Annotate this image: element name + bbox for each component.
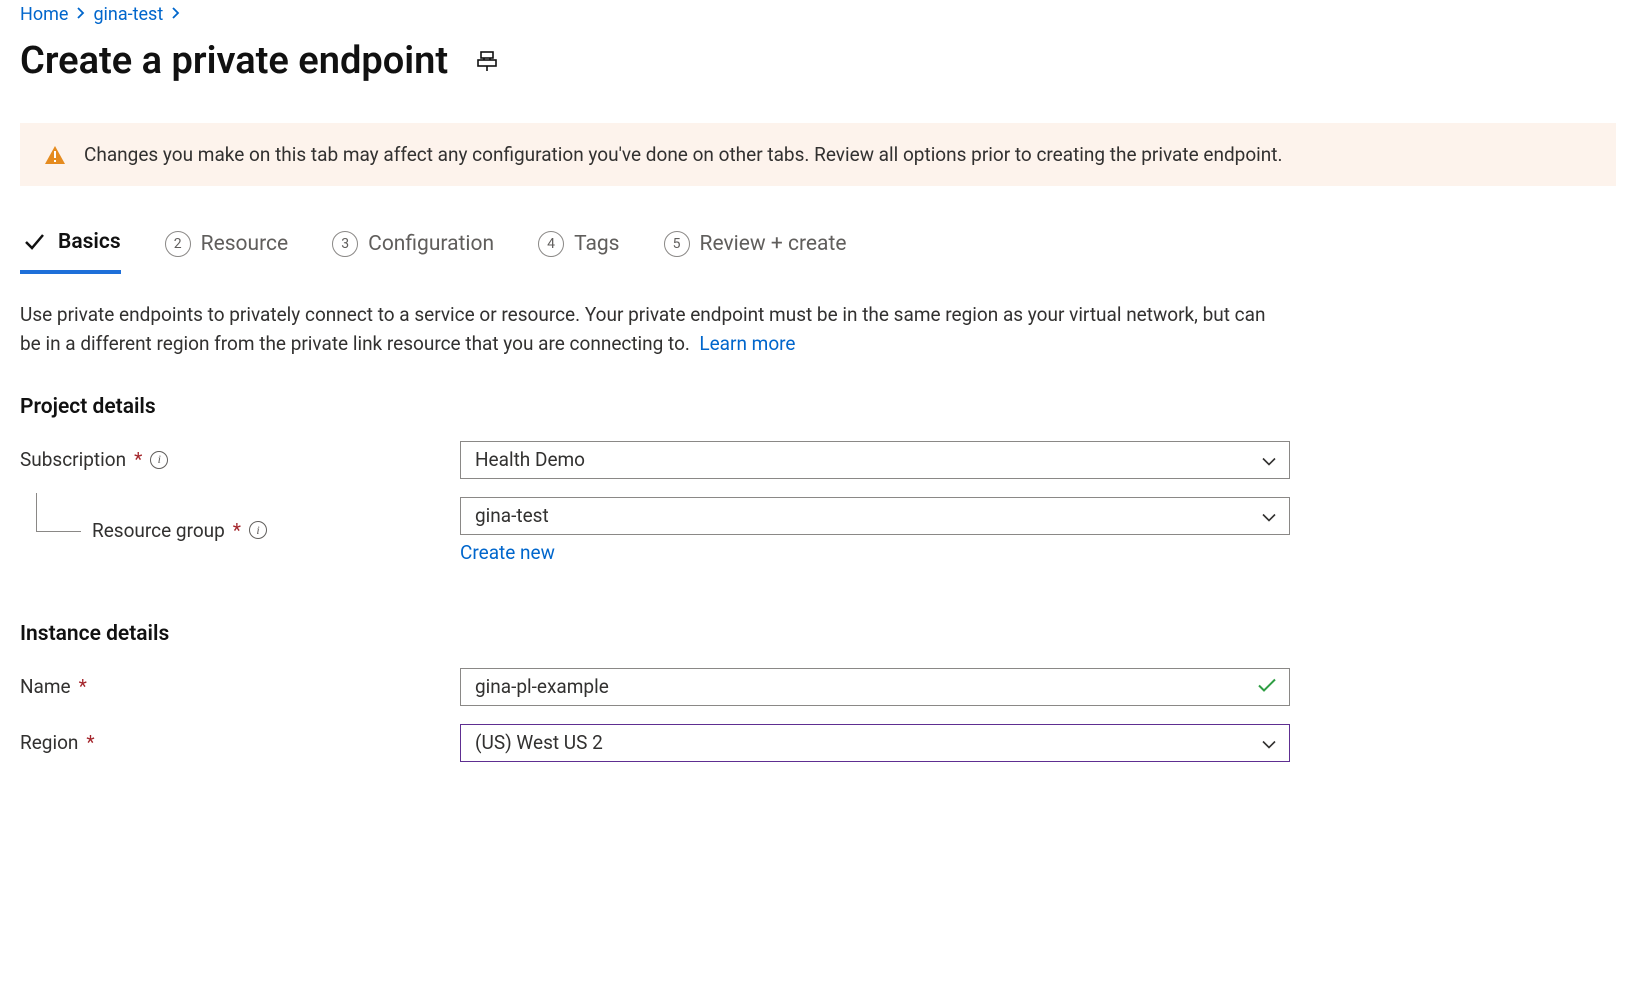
- tab-label: Configuration: [368, 232, 494, 256]
- chevron-down-icon: [1261, 731, 1277, 754]
- tab-tags[interactable]: 4 Tags: [538, 231, 619, 271]
- name-value: gina-pl-example: [475, 675, 609, 698]
- section-project-details: Project details: [20, 395, 1616, 419]
- subscription-label: Subscription: [20, 448, 126, 471]
- name-input[interactable]: gina-pl-example: [460, 668, 1290, 706]
- step-number-icon: 2: [165, 231, 191, 257]
- tab-resource[interactable]: 2 Resource: [165, 231, 289, 271]
- tab-label: Tags: [574, 232, 619, 256]
- step-number-icon: 5: [664, 231, 690, 257]
- chevron-right-icon: [76, 7, 85, 23]
- learn-more-link[interactable]: Learn more: [699, 332, 795, 355]
- region-label: Region: [20, 731, 78, 754]
- pin-icon[interactable]: [476, 50, 498, 72]
- warning-icon: [44, 144, 66, 166]
- check-icon: [20, 228, 48, 256]
- info-icon[interactable]: i: [249, 521, 267, 539]
- tab-review-create[interactable]: 5 Review + create: [664, 231, 847, 271]
- region-select[interactable]: (US) West US 2: [460, 724, 1290, 762]
- resource-group-select[interactable]: gina-test: [460, 497, 1290, 535]
- required-indicator: *: [79, 675, 87, 698]
- wizard-tabs: Basics 2 Resource 3 Configuration 4 Tags…: [20, 228, 1616, 274]
- subscription-value: Health Demo: [475, 448, 585, 471]
- chevron-down-icon: [1261, 504, 1277, 527]
- chevron-down-icon: [1261, 448, 1277, 471]
- tab-basics[interactable]: Basics: [20, 228, 121, 274]
- required-indicator: *: [86, 731, 94, 754]
- warning-text: Changes you make on this tab may affect …: [84, 143, 1283, 166]
- step-number-icon: 3: [332, 231, 358, 257]
- required-indicator: *: [134, 448, 142, 471]
- required-indicator: *: [233, 519, 241, 542]
- breadcrumb-home[interactable]: Home: [20, 4, 68, 25]
- chevron-right-icon: [171, 7, 180, 23]
- tab-label: Basics: [58, 230, 121, 254]
- section-instance-details: Instance details: [20, 622, 1616, 646]
- breadcrumb-item[interactable]: gina-test: [93, 4, 163, 25]
- name-label: Name: [20, 675, 71, 698]
- resource-group-value: gina-test: [475, 504, 549, 527]
- tab-label: Resource: [201, 232, 289, 256]
- intro-body: Use private endpoints to privately conne…: [20, 303, 1265, 355]
- warning-banner: Changes you make on this tab may affect …: [20, 123, 1616, 186]
- subscription-select[interactable]: Health Demo: [460, 441, 1290, 479]
- region-value: (US) West US 2: [475, 731, 603, 754]
- tab-label: Review + create: [700, 232, 847, 256]
- step-number-icon: 4: [538, 231, 564, 257]
- resource-group-label: Resource group: [92, 519, 225, 542]
- valid-check-icon: [1257, 675, 1277, 698]
- page-title: Create a private endpoint: [20, 39, 448, 83]
- intro-text: Use private endpoints to privately conne…: [20, 300, 1280, 359]
- tab-configuration[interactable]: 3 Configuration: [332, 231, 494, 271]
- info-icon[interactable]: i: [150, 451, 168, 469]
- create-new-link[interactable]: Create new: [460, 541, 555, 564]
- breadcrumb: Home gina-test: [20, 0, 1616, 39]
